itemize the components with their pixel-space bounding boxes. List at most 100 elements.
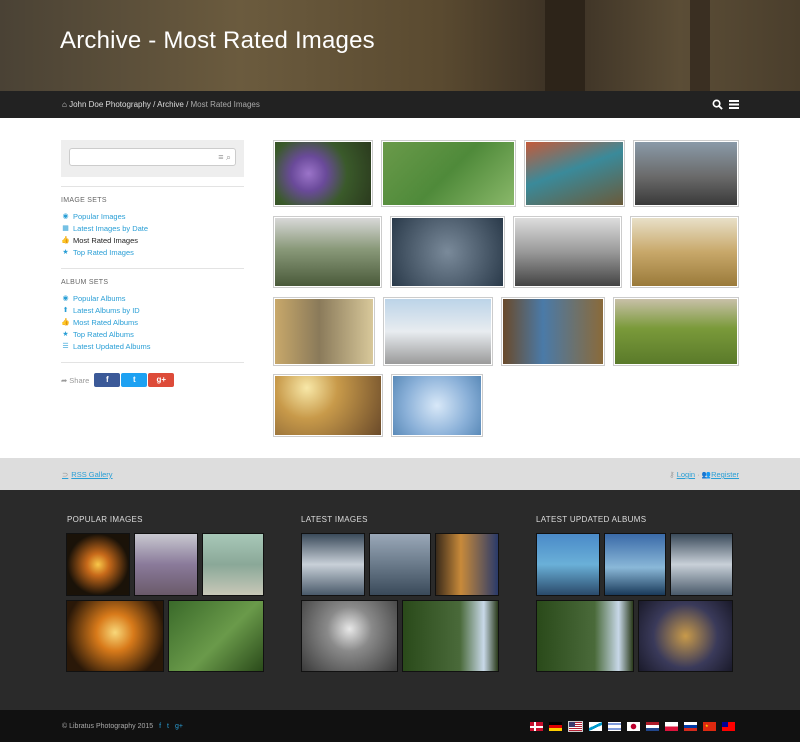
footer-thumbnail[interactable] [168,600,264,672]
flag-hebrew-icon[interactable] [608,722,621,731]
gallery-thumbnail[interactable] [381,140,516,207]
divider [61,186,244,187]
twitter-icon[interactable]: t [167,723,169,730]
footer-thumbnail[interactable] [301,533,365,596]
facebook-icon[interactable]: f [159,723,161,730]
gallery-thumbnail[interactable] [273,297,375,366]
separator: · [695,470,702,479]
sidebar-item-label: Latest Updated Albums [73,342,151,351]
footer-thumbnail[interactable] [536,600,634,672]
breadcrumb: ⌂ John Doe Photography / Archive / Most … [62,100,260,109]
flag-polish-icon[interactable] [665,722,678,731]
footer-thumbnail[interactable] [66,600,164,672]
home-icon: ⌂ [62,100,67,109]
footer-thumbnail[interactable] [402,600,499,672]
auth-links: ⚷ Login · 👥Register [669,470,739,479]
google-share-button[interactable]: g+ [148,373,175,387]
gallery-thumbnail[interactable] [630,216,739,288]
sidebar-item-most-rated-albums[interactable]: 👍 Most Rated Albums [61,317,244,329]
users-icon: 👥 [701,470,712,479]
sidebar-item-popular-albums[interactable]: ◉ Popular Albums [61,293,244,305]
footer-thumbnail[interactable] [134,533,198,596]
key-icon: ⚷ [669,470,675,479]
flag-chinese-icon[interactable]: ★ [703,722,716,731]
share-bar: ➦ Share f t g+ [61,373,244,387]
share-label: Share [69,375,90,385]
flag-russian-icon[interactable] [684,722,697,731]
star-icon: ★ [62,249,69,256]
gallery-thumbnail[interactable] [273,374,383,437]
gallery-thumbnail[interactable] [391,374,483,437]
gallery-thumbnail[interactable] [524,140,625,207]
flag-galician-icon[interactable] [589,722,602,731]
sidebar-item-latest-images[interactable]: ▦ Latest Images by Date [61,223,244,235]
sidebar-item-label: Popular Images [73,212,126,221]
footer-thumbnail[interactable] [638,600,733,672]
breadcrumb-archive[interactable]: Archive [157,100,184,109]
gallery-thumbnail[interactable] [501,297,605,366]
latest-updated-albums-heading: LATEST UPDATED ALBUMS [536,515,647,524]
copyright: © Libratus Photography 2015 f t g+ [62,723,183,730]
search-input[interactable]: ≡ ⌕ [69,148,236,166]
footer-thumbnail[interactable] [66,533,130,596]
rss-icon: ⊃ [62,470,69,479]
gallery-thumbnail[interactable] [273,216,382,288]
gallery-thumbnail[interactable] [633,140,739,207]
google-plus-icon[interactable]: g+ [175,723,183,730]
eye-icon: ◉ [62,295,69,302]
login-link[interactable]: Login [677,470,695,479]
gallery-thumbnail[interactable] [273,140,373,207]
navbar: ⌂ John Doe Photography / Archive / Most … [0,91,800,118]
sidebar-item-label: Top Rated Albums [73,330,134,339]
breadcrumb-home[interactable]: John Doe Photography [69,100,151,109]
facebook-share-button[interactable]: f [94,373,121,387]
sidebar-item-most-rated-images[interactable]: 👍 Most Rated Images [61,235,244,247]
upload-icon: ⬆ [62,307,69,314]
menu-icon[interactable] [729,100,739,109]
footer-thumbnail[interactable] [301,600,398,672]
footer-thumbnail[interactable] [536,533,600,596]
flag-english-icon[interactable] [568,721,583,732]
footer-thumbnail[interactable] [435,533,499,596]
footer-thumbnail[interactable] [202,533,264,596]
breadcrumb-separator: / [183,100,191,109]
search-panel: ≡ ⌕ [61,140,244,177]
search-icon[interactable] [712,99,723,110]
footer-thumbnail[interactable] [670,533,733,596]
search-icon[interactable]: ≡ ⌕ [218,152,231,163]
register-link[interactable]: Register [711,470,739,479]
list-icon: ☰ [62,343,69,350]
sidebar-item-label: Top Rated Images [73,248,134,257]
page-title: Archive - Most Rated Images [60,27,375,54]
flag-german-icon[interactable] [549,722,562,731]
sidebar-item-latest-updated-albums[interactable]: ☰ Latest Updated Albums [61,341,244,353]
thumbs-up-icon: 👍 [61,319,70,326]
links-bar: ⊃ RSS Gallery ⚷ Login · 👥Register [0,458,800,490]
flag-taiwanese-icon[interactable] [722,722,735,731]
flag-danish-icon[interactable] [530,722,543,731]
thumbs-up-icon: 👍 [61,237,70,244]
footer-thumbnail[interactable] [369,533,431,596]
sidebar-item-label: Most Rated Images [73,236,139,245]
sidebar-item-top-rated-albums[interactable]: ★ Top Rated Albums [61,329,244,341]
sidebar-item-popular-images[interactable]: ◉ Popular Images [61,211,244,223]
rss-link[interactable]: ⊃ RSS Gallery [62,470,113,479]
sidebar-item-latest-albums[interactable]: ⬆ Latest Albums by ID [61,305,244,317]
flag-japanese-icon[interactable] [627,722,640,731]
gallery-thumbnail[interactable] [390,216,505,288]
twitter-share-button[interactable]: t [121,373,148,387]
footer-thumbnail[interactable] [604,533,666,596]
album-sets-heading: ALBUM SETS [61,279,109,286]
latest-images-heading: LATEST IMAGES [301,515,368,524]
hero-tree-trunk [545,0,585,91]
copyright-text: © Libratus Photography 2015 [62,723,154,730]
bottom-bar: © Libratus Photography 2015 f t g+ ★ [0,710,800,742]
flag-dutch-icon[interactable] [646,722,659,731]
gallery-thumbnail[interactable] [383,297,493,366]
gallery-thumbnail[interactable] [613,297,739,366]
sidebar-item-top-rated-images[interactable]: ★ Top Rated Images [61,247,244,259]
sidebar-item-label: Latest Images by Date [73,224,149,233]
gallery-thumbnail[interactable] [513,216,622,288]
hero-banner: Archive - Most Rated Images [0,0,800,91]
sidebar-item-label: Most Rated Albums [73,318,139,327]
